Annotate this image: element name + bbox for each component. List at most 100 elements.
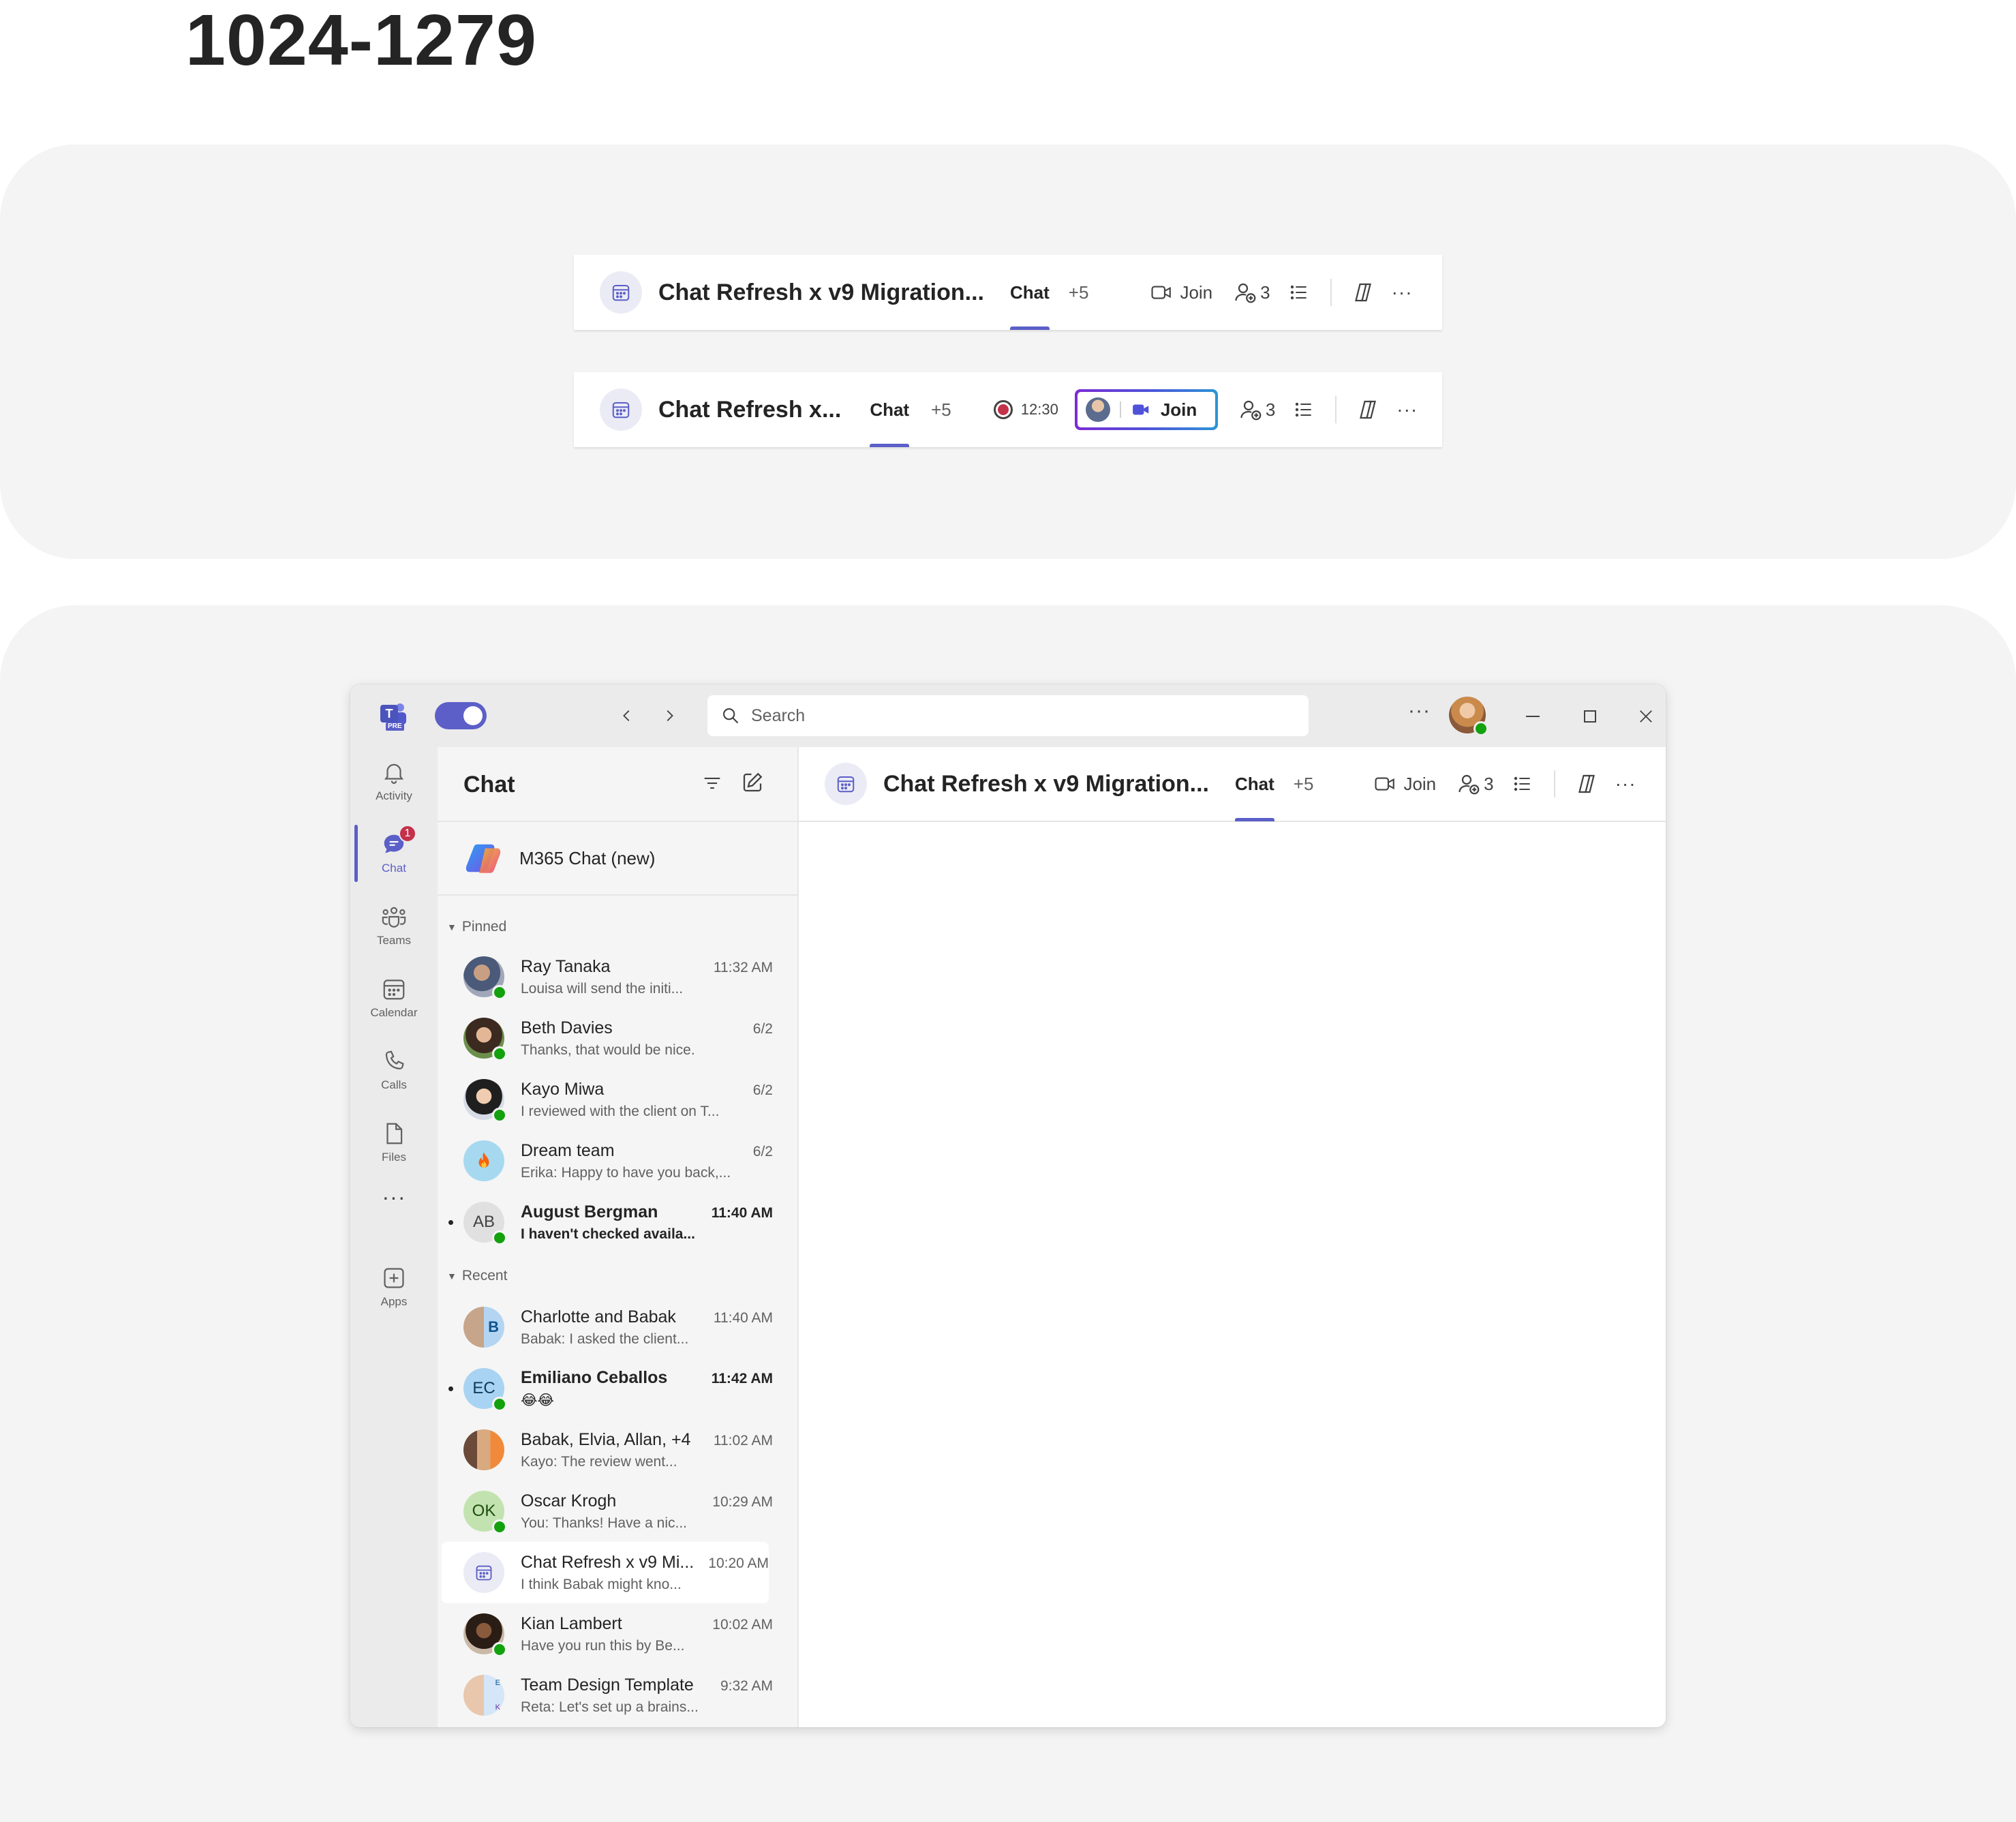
copilot-button[interactable] [1356,397,1380,422]
join-meeting-button[interactable]: Join [1074,389,1218,430]
presence-available-icon [492,1108,507,1123]
recording-time: 12:30 [1020,401,1058,418]
copilot-button[interactable] [1351,280,1375,305]
rail-item-teams[interactable]: Teams [350,892,438,960]
chat-time: 11:42 AM [711,1371,773,1386]
tab-chat[interactable]: Chat [1010,255,1050,330]
header-divider [1335,396,1337,423]
presence-available-icon [492,1519,507,1534]
profile-avatar[interactable] [1449,697,1488,736]
chat-preview: Reta: Let's set up a brains... [521,1699,699,1715]
rail-label: Calendar [370,1006,418,1019]
chevron-right-icon [662,708,677,723]
chat-list-item[interactable]: AB August Bergman 11:40 AM I haven't chec… [438,1191,773,1253]
chat-name: Chat Refresh x v9 Mi... [521,1552,694,1572]
meeting-notes-button[interactable] [1288,282,1310,303]
chat-list-item[interactable]: Ray Tanaka 11:32 AM Louisa will send the … [438,946,773,1007]
rail-item-chat[interactable]: 1 Chat [350,819,438,887]
m365-copilot-icon [463,838,503,878]
chat-time: 11:40 AM [711,1204,773,1221]
chat-list-item[interactable]: OK Oscar Krogh 10:29 AM You: Thanks! Have… [438,1481,773,1542]
maximize-button[interactable] [1578,705,1602,728]
unread-indicator [448,1219,453,1225]
more-tabs-button[interactable]: +5 [1294,774,1314,795]
participants-button[interactable]: 3 [1233,280,1270,305]
more-horizontal-icon: ··· [1408,699,1431,722]
rail-item-apps[interactable]: Apps [350,1253,438,1321]
join-label: Join [1403,773,1437,794]
rail-item-calls[interactable]: Calls [350,1036,438,1104]
more-horizontal-icon: ··· [1396,399,1418,420]
more-options-button[interactable]: ··· [1392,282,1413,303]
pinned-section-header[interactable]: ▼ Pinned [447,919,506,935]
chat-name: Kayo Miwa [521,1079,605,1099]
chat-time: 6/2 [752,1082,773,1098]
chat-list-item[interactable]: E K Team Design Template 9:32 AM Reta: Le… [438,1665,773,1726]
minimize-button[interactable] [1521,705,1544,728]
meeting-notes-button[interactable] [1293,399,1315,421]
chat-name: Beth Davies [521,1018,613,1037]
more-options-button[interactable]: ··· [1615,773,1636,795]
new-chat-button[interactable] [740,770,765,795]
organizer-avatar [1085,397,1110,422]
header-variants-panel: Chat Refresh x v9 Migration... Chat +5 J… [0,145,2016,559]
more-horizontal-icon: ··· [1391,282,1413,303]
settings-more-button[interactable]: ··· [1408,699,1431,723]
chat-header: Chat Refresh x v9 Migration... Chat +5 J… [799,747,1666,822]
rail-label: Calls [381,1078,407,1091]
rail-item-activity[interactable]: Activity [350,747,438,815]
participants-count: 3 [1260,282,1270,303]
copilot-button[interactable] [1574,772,1599,796]
caret-down-icon: ▼ [447,922,457,932]
avatar: AB [463,1202,507,1245]
bell-icon [381,759,407,785]
rail-item-calendar[interactable]: Calendar [350,964,438,1032]
video-camera-icon [1131,399,1151,420]
phone-icon [381,1048,407,1074]
close-button[interactable] [1634,705,1658,728]
chat-time: 10:29 AM [712,1493,773,1510]
chat-name: August Bergman [521,1202,658,1221]
chat-list-item[interactable]: B Charlotte and Babak 11:40 AM Babak: I a… [438,1296,773,1358]
meeting-avatar [600,389,642,431]
participants-count: 3 [1484,773,1494,794]
more-tabs-button[interactable]: +5 [1069,282,1089,303]
more-horizontal-icon: ··· [382,1184,406,1209]
chat-preview: Louisa will send the initi... [521,980,684,997]
avatar-initials: OK [472,1502,496,1520]
group-member-initials: K [495,1703,500,1712]
chat-list-item[interactable]: Babak, Elvia, Allan, +4 11:02 AM Kayo: Th… [438,1419,773,1481]
meeting-notes-button[interactable] [1512,773,1533,795]
chat-list-item[interactable]: EC Emiliano Ceballos 11:42 AM 😂😂 [438,1358,773,1419]
join-button[interactable]: Join [1373,772,1436,795]
participants-button[interactable]: 3 [1456,772,1494,796]
chat-list-item[interactable]: Kian Lambert 10:02 AM Have you run this b… [438,1603,773,1665]
avatar: B [463,1307,504,1348]
more-options-button[interactable]: ··· [1396,399,1418,421]
avatar [463,1613,507,1657]
new-teams-toggle[interactable] [435,702,487,729]
chat-time: 10:20 AM [708,1555,769,1571]
chat-header-wide: Chat Refresh x v9 Migration... Chat +5 J… [574,255,1442,330]
participants-button[interactable]: 3 [1238,397,1275,422]
chat-list-item[interactable]: Kayo Miwa 6/2 I reviewed with the client … [438,1069,773,1130]
join-button[interactable]: Join [1150,281,1212,304]
chat-list-item[interactable]: Beth Davies 6/2 Thanks, that would be nic… [438,1007,773,1069]
back-button[interactable] [615,703,639,728]
filter-button[interactable] [701,772,724,795]
more-horizontal-icon: ··· [1615,773,1636,794]
avatar-initials: EC [472,1379,495,1397]
more-tabs-button[interactable]: +5 [931,399,951,421]
chat-preview: Babak: I asked the client... [521,1331,689,1347]
rail-item-files[interactable]: Files [350,1108,438,1176]
tab-chat[interactable]: Chat [870,372,909,447]
tab-chat[interactable]: Chat [1235,746,1274,821]
chat-list-item[interactable]: Dream team 6/2 Erika: Happy to have you b… [438,1130,773,1191]
forward-button[interactable] [657,703,682,728]
avatar [463,1140,504,1181]
search-input[interactable]: Search [707,695,1309,736]
copilot-chat-item[interactable]: M365 Chat (new) [438,821,797,896]
recent-section-header[interactable]: ▼ Recent [447,1268,507,1284]
chat-list-item-selected[interactable]: Chat Refresh x v9 Mi... 10:20 AM I think … [442,1542,769,1603]
rail-more-apps-button[interactable]: ··· [350,1170,438,1224]
